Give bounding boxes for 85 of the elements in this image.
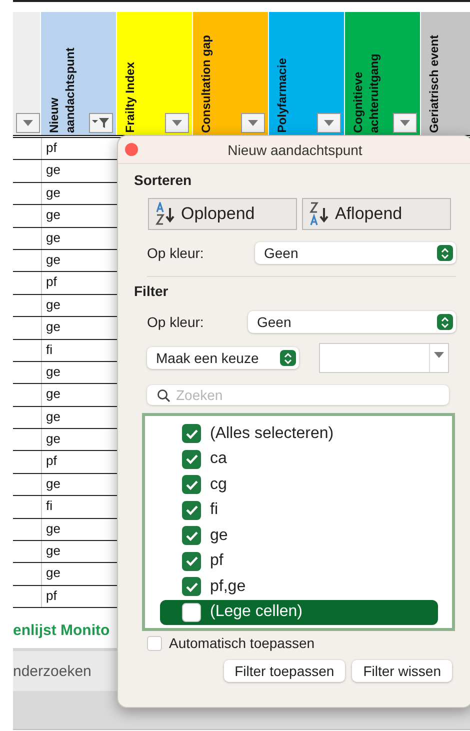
sort-descending-button[interactable]: Aflopend — [302, 198, 451, 230]
list-item[interactable]: fi — [160, 498, 438, 523]
table-cell-text: ge — [45, 474, 62, 493]
checkmark-icon — [186, 530, 198, 541]
section-heading: Filter — [134, 283, 170, 299]
section-heading: Sorteren — [134, 172, 193, 188]
column-title: Frailty Index — [122, 62, 138, 133]
table-cell-text: pf — [45, 586, 58, 605]
sheet-tab[interactable]: nderzoeken — [13, 662, 92, 680]
caret-icon — [172, 120, 182, 126]
table-cell-text: ge — [45, 520, 62, 538]
filter-dropdown-button[interactable] — [241, 113, 265, 133]
checkbox[interactable] — [182, 450, 201, 469]
table-cell-text: pf — [45, 452, 58, 470]
table-cell-text: ge — [45, 250, 62, 269]
table-cell-text: ge — [45, 385, 62, 404]
condition-select[interactable]: Maak een keuze — [147, 347, 299, 369]
filter-dropdown-button[interactable] — [317, 113, 341, 133]
checkbox[interactable] — [182, 500, 201, 520]
list-item[interactable]: (Lege cellen) — [160, 600, 438, 625]
search-icon — [157, 388, 170, 402]
dialog-button[interactable]: Filter toepassen — [224, 660, 346, 682]
active-filter-button[interactable] — [89, 113, 113, 133]
table-cell-text: pf — [45, 273, 58, 292]
color-select[interactable]: Geen — [248, 311, 456, 333]
stepper-icon — [280, 350, 296, 366]
checkbox[interactable] — [147, 636, 162, 650]
stepper-icon — [437, 245, 453, 261]
checkmark-icon — [186, 454, 198, 464]
column-title: Cognitieve achteruitgang — [350, 52, 382, 133]
table-cell-text: ge — [45, 206, 62, 224]
filter-dropdown-button[interactable] — [393, 113, 417, 133]
sort-ascending-button[interactable]: Oplopend — [148, 198, 297, 230]
checkmark-icon — [186, 556, 198, 566]
checkmark-icon — [186, 582, 198, 592]
checkmark-icon — [186, 480, 198, 490]
caret-icon — [324, 120, 334, 126]
sheet-title: enlijst Monito — [13, 622, 111, 642]
stepper-icon — [437, 314, 453, 330]
table-cell-text: ge — [45, 184, 62, 202]
table-cell-text: ge — [45, 318, 62, 336]
list-item[interactable]: pf — [160, 548, 438, 574]
table-cell-text: fi — [45, 340, 54, 359]
checkbox[interactable] — [182, 526, 201, 546]
filter-icon — [92, 117, 110, 129]
list-item[interactable]: (Alles selecteren) — [160, 421, 438, 446]
column-title: Nieuw aandachtspunt — [46, 46, 78, 133]
close-button[interactable] — [125, 143, 138, 156]
checkbox[interactable] — [182, 424, 201, 444]
field-label: Op kleur: — [147, 245, 204, 261]
checkmark-icon — [186, 505, 198, 516]
checkbox[interactable] — [182, 602, 201, 622]
color-select[interactable]: Geen — [255, 242, 456, 264]
column-title: Geriatrisch event — [426, 34, 442, 133]
list-item[interactable]: pf,ge — [160, 574, 438, 600]
table-cell-text: ge — [45, 161, 62, 180]
table-cell-text: pf — [45, 139, 58, 157]
table-cell-text: ge — [45, 362, 62, 381]
table-cell-text: ge — [45, 564, 62, 582]
caret-icon — [400, 120, 410, 126]
table-cell-text: ge — [45, 228, 62, 247]
field-label: Op kleur: — [147, 314, 204, 330]
checkbox[interactable] — [182, 475, 201, 494]
dialog-button[interactable]: Filter wissen — [352, 660, 452, 682]
filter-dropdown-button[interactable] — [16, 113, 40, 133]
caret-icon — [434, 352, 444, 358]
checkbox-label: Automatisch toepassen — [169, 635, 315, 651]
caret-icon — [248, 120, 258, 126]
list-item[interactable]: ge — [160, 523, 438, 548]
checkbox[interactable] — [182, 577, 201, 596]
table-cell-text: ge — [45, 542, 62, 560]
table-cell-text: ge — [45, 408, 62, 426]
column-title: Polyfarmacie — [274, 58, 290, 133]
list-item[interactable]: ca — [160, 446, 438, 472]
table-cell-text: ge — [45, 296, 62, 314]
column-title: Consultation gap — [198, 35, 214, 133]
value-combo-field[interactable] — [319, 343, 449, 373]
checkmark-icon — [186, 428, 198, 439]
caret-icon — [23, 120, 33, 126]
filter-dropdown-button[interactable] — [165, 113, 189, 133]
checkbox[interactable] — [182, 552, 201, 571]
list-item[interactable]: cg — [160, 472, 438, 498]
dialog-title: Nieuw aandachtspunt — [228, 142, 362, 158]
table-cell-text: ge — [45, 430, 62, 448]
table-cell-text: fi — [45, 497, 54, 516]
